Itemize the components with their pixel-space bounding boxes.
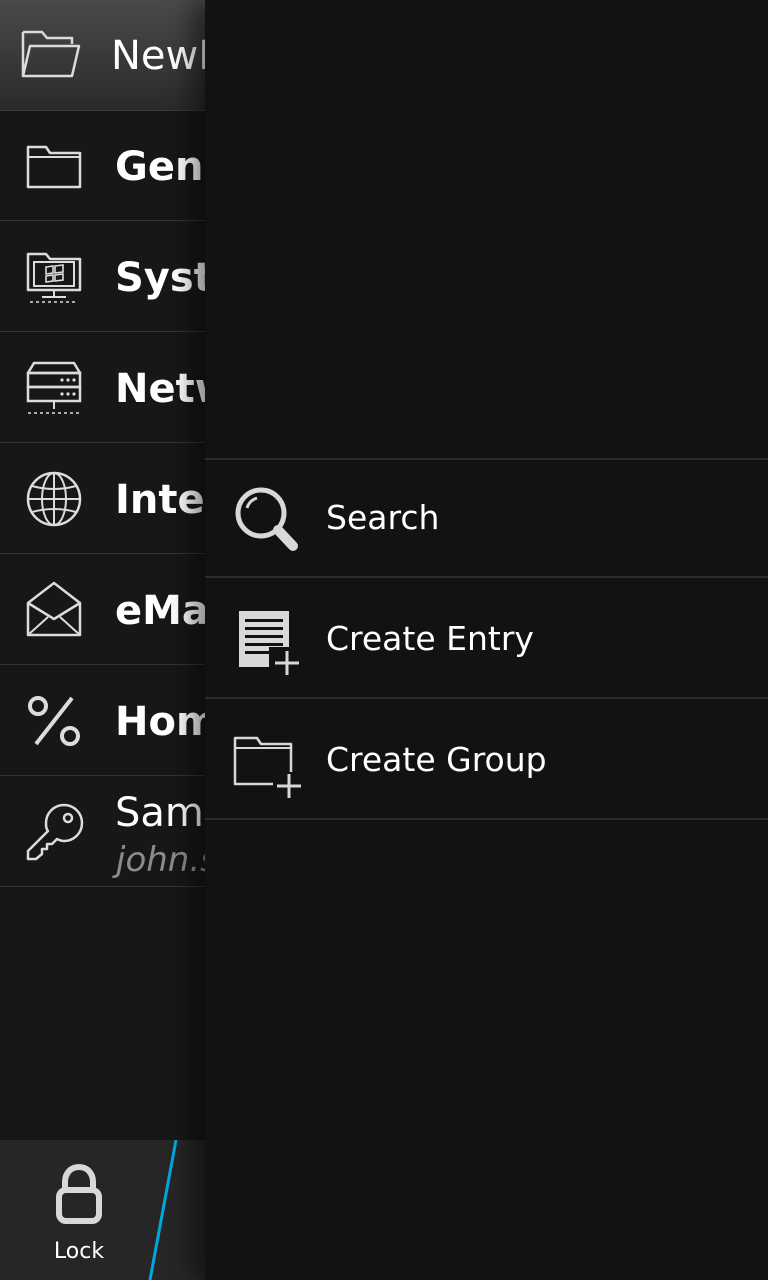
folder-open-icon: [21, 30, 81, 78]
lock-label: Lock: [53, 1239, 105, 1264]
app-screen: NewDatabase General System: [0, 0, 768, 1280]
server-icon: [26, 361, 82, 414]
globe-icon: [26, 471, 82, 527]
menu-item-label: Create Group: [326, 740, 547, 779]
folder-icon: [26, 145, 82, 189]
envelope-icon: [26, 581, 82, 637]
menu-item-create-entry[interactable]: Create Entry: [205, 581, 768, 699]
lock-icon: [56, 1164, 102, 1224]
create-entry-icon: [239, 611, 303, 677]
menu-item-search[interactable]: Search: [205, 460, 768, 578]
create-group-icon: [233, 736, 305, 798]
lock-button[interactable]: Lock: [18, 1140, 140, 1280]
key-icon: [26, 803, 84, 861]
menu-item-label: Search: [326, 498, 440, 537]
action-bar-divider: [148, 1140, 178, 1280]
percent-icon: [28, 696, 80, 746]
context-menu: Search Create Entry Create Group: [205, 0, 768, 1280]
search-icon: [235, 487, 298, 551]
menu-item-label: Create Entry: [326, 619, 534, 658]
windows-computer-icon: [26, 252, 82, 303]
menu-item-create-group[interactable]: Create Group: [205, 702, 768, 820]
